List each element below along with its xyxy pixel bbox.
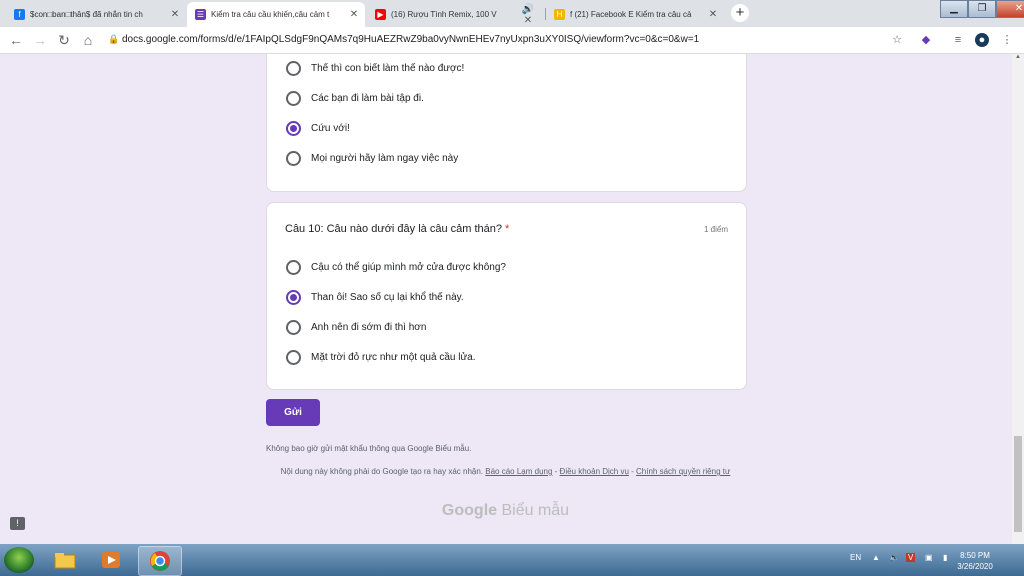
- action-center-icon[interactable]: ▣: [925, 553, 933, 562]
- scrollbar-thumb[interactable]: [1014, 436, 1022, 532]
- option-label: Mặt trời đỏ rực như một quả cầu lửa.: [311, 351, 476, 363]
- tab-title: $con□ban□thân$ đã nhắn tin ch: [30, 10, 143, 19]
- google-forms-icon: ☰: [195, 9, 206, 20]
- home-icon[interactable]: ⌂: [80, 32, 96, 48]
- option-row[interactable]: Các bạn đi làm bài tập đi.: [286, 90, 424, 106]
- folder-icon: [54, 553, 76, 569]
- clock-time: 8:50 PM: [960, 551, 990, 560]
- menu-icon[interactable]: ⋮: [1000, 33, 1014, 47]
- chrome-taskbar-button[interactable]: [138, 546, 182, 576]
- radio-button[interactable]: [286, 60, 301, 76]
- question-card-10: Câu 10: Câu nào dưới đây là câu cảm thán…: [266, 202, 747, 390]
- volume-icon[interactable]: 🔈: [889, 553, 899, 562]
- radio-button[interactable]: [286, 150, 301, 166]
- option-row[interactable]: Anh nên đi sớm đi thì hơn: [286, 319, 426, 335]
- radio-button[interactable]: [286, 90, 301, 106]
- media-control-icon[interactable]: ≡: [951, 33, 965, 47]
- media-player-icon: [102, 552, 120, 568]
- option-label: Các bạn đi làm bài tập đi.: [311, 92, 424, 104]
- form-page: Thế thì con biết làm thế nào được! Các b…: [0, 54, 1012, 544]
- tab-title: Kiểm tra câu cầu khiến,câu cảm t: [211, 10, 330, 19]
- brand-google: Google: [441, 502, 498, 519]
- windows-taskbar: EN ▲ 🔈 V ▣ ▮ 8:50 PM 3/26/2020: [0, 544, 1024, 576]
- language-indicator[interactable]: EN: [850, 553, 861, 562]
- close-icon[interactable]: 🔊 ✕: [517, 4, 539, 26]
- lock-icon: 🔒: [108, 34, 120, 44]
- start-button[interactable]: [4, 547, 34, 573]
- new-tab-button[interactable]: +: [731, 4, 749, 22]
- option-label: Mọi người hãy làm ngay việc này: [311, 152, 459, 164]
- required-mark: *: [505, 223, 510, 235]
- maximize-button[interactable]: ❐: [968, 0, 996, 18]
- brand-forms: Biểu mẫu: [501, 502, 570, 519]
- close-window-button[interactable]: ✕: [996, 0, 1024, 18]
- option-label: Cậu có thể giúp mình mở cửa được không?: [311, 261, 506, 273]
- option-label: Thế thì con biết làm thế nào được!: [311, 62, 465, 74]
- tab-hoc247[interactable]: H f (21) Facebook E Kiểm tra câu cả ✕: [546, 2, 724, 27]
- report-abuse-link[interactable]: Báo cáo Lạm dụng: [485, 467, 552, 476]
- feedback-icon[interactable]: !: [10, 517, 25, 530]
- show-hidden-icons[interactable]: ▲: [872, 553, 880, 562]
- option-row[interactable]: Cứu với!: [286, 120, 350, 136]
- tab-youtube[interactable]: ▶ (16) Rượu Tình Remix, 100 V 🔊 ✕: [367, 2, 543, 27]
- option-row[interactable]: Mặt trời đỏ rực như một quả cầu lửa.: [286, 349, 475, 365]
- tab-title: f (21) Facebook E Kiểm tra câu cả: [570, 10, 692, 19]
- tab-strip: f $con□ban□thân$ đã nhắn tin ch ✕ ☰ Kiểm…: [0, 0, 1024, 27]
- url-text: docs.google.com/forms/d/e/1FAIpQLSdgF9nQ…: [122, 34, 700, 45]
- scroll-up-icon[interactable]: ▲: [1012, 54, 1024, 66]
- password-warning: Không bao giờ gửi mật khẩu thông qua Goo…: [266, 444, 472, 453]
- profile-avatar[interactable]: ●: [975, 33, 989, 47]
- question-text: Câu 10: Câu nào dưới đây là câu cảm thán…: [285, 223, 502, 235]
- window-controls: ▁ ❐ ✕: [940, 0, 1024, 18]
- page-scrollbar[interactable]: ▲: [1012, 54, 1024, 544]
- media-player-button[interactable]: [90, 546, 132, 574]
- question-card-9: Thế thì con biết làm thế nào được! Các b…: [266, 54, 747, 192]
- terms-link[interactable]: Điều khoản Dịch vụ: [560, 467, 629, 476]
- reload-icon[interactable]: ↻: [56, 32, 72, 48]
- facebook-icon: f: [14, 9, 25, 20]
- radio-button[interactable]: [286, 319, 301, 335]
- option-row[interactable]: Mọi người hãy làm ngay việc này: [286, 150, 458, 166]
- option-row[interactable]: Than ôi! Sao số cụ lại khổ thế này.: [286, 289, 464, 305]
- close-icon[interactable]: ✕: [706, 9, 720, 20]
- chrome-icon: [150, 551, 170, 571]
- option-row[interactable]: Cậu có thể giúp mình mở cửa được không?: [286, 259, 506, 275]
- forward-icon[interactable]: →: [32, 32, 48, 48]
- option-label: Than ôi! Sao số cụ lại khổ thế này.: [311, 291, 464, 303]
- radio-button[interactable]: [286, 259, 301, 275]
- clock-date: 3/26/2020: [957, 562, 993, 571]
- youtube-icon: ▶: [375, 9, 386, 20]
- option-label: Anh nên đi sớm đi thì hơn: [311, 321, 427, 333]
- back-icon[interactable]: ←: [8, 32, 24, 48]
- bookmark-star-icon[interactable]: ☆: [890, 33, 904, 47]
- close-icon[interactable]: ✕: [347, 9, 361, 20]
- footer-disclaimer: Nội dung này không phải do Google tạo ra…: [280, 467, 731, 476]
- browser-toolbar: ← → ↻ ⌂ 🔒 docs.google.com/forms/d/e/1FAI…: [0, 27, 1024, 54]
- radio-button-checked[interactable]: [286, 120, 301, 136]
- question-points: 1 điểm: [703, 225, 728, 234]
- tab-facebook-chat[interactable]: f $con□ban□thân$ đã nhắn tin ch ✕: [6, 2, 186, 27]
- hoc247-icon: H: [554, 9, 565, 20]
- address-bar[interactable]: 🔒 docs.google.com/forms/d/e/1FAIpQLSdgF9…: [108, 29, 908, 50]
- option-row[interactable]: Thế thì con biết làm thế nào được!: [286, 60, 464, 76]
- submit-button[interactable]: Gửi: [266, 399, 320, 426]
- antivirus-icon[interactable]: V: [906, 553, 916, 562]
- question-title: Câu 10: Câu nào dưới đây là câu cảm thán…: [285, 223, 509, 235]
- option-label: Cứu với!: [311, 122, 350, 134]
- extension-icon[interactable]: ◆: [919, 33, 933, 47]
- minimize-button[interactable]: ▁: [940, 0, 968, 18]
- file-explorer-button[interactable]: [44, 546, 86, 574]
- privacy-link[interactable]: Chính sách quyền riêng tư: [636, 467, 730, 476]
- radio-button-checked[interactable]: [286, 289, 301, 305]
- disclaimer-text: Nội dung này không phải do Google tạo ra…: [280, 467, 484, 476]
- google-forms-logo: Google Biểu mẫu: [266, 502, 745, 520]
- system-clock[interactable]: 8:50 PM 3/26/2020: [940, 550, 1010, 572]
- radio-button[interactable]: [286, 349, 301, 365]
- tab-google-form[interactable]: ☰ Kiểm tra câu cầu khiến,câu cảm t ✕: [187, 2, 365, 27]
- tab-title: (16) Rượu Tình Remix, 100 V: [391, 10, 497, 19]
- close-icon[interactable]: ✕: [168, 9, 182, 20]
